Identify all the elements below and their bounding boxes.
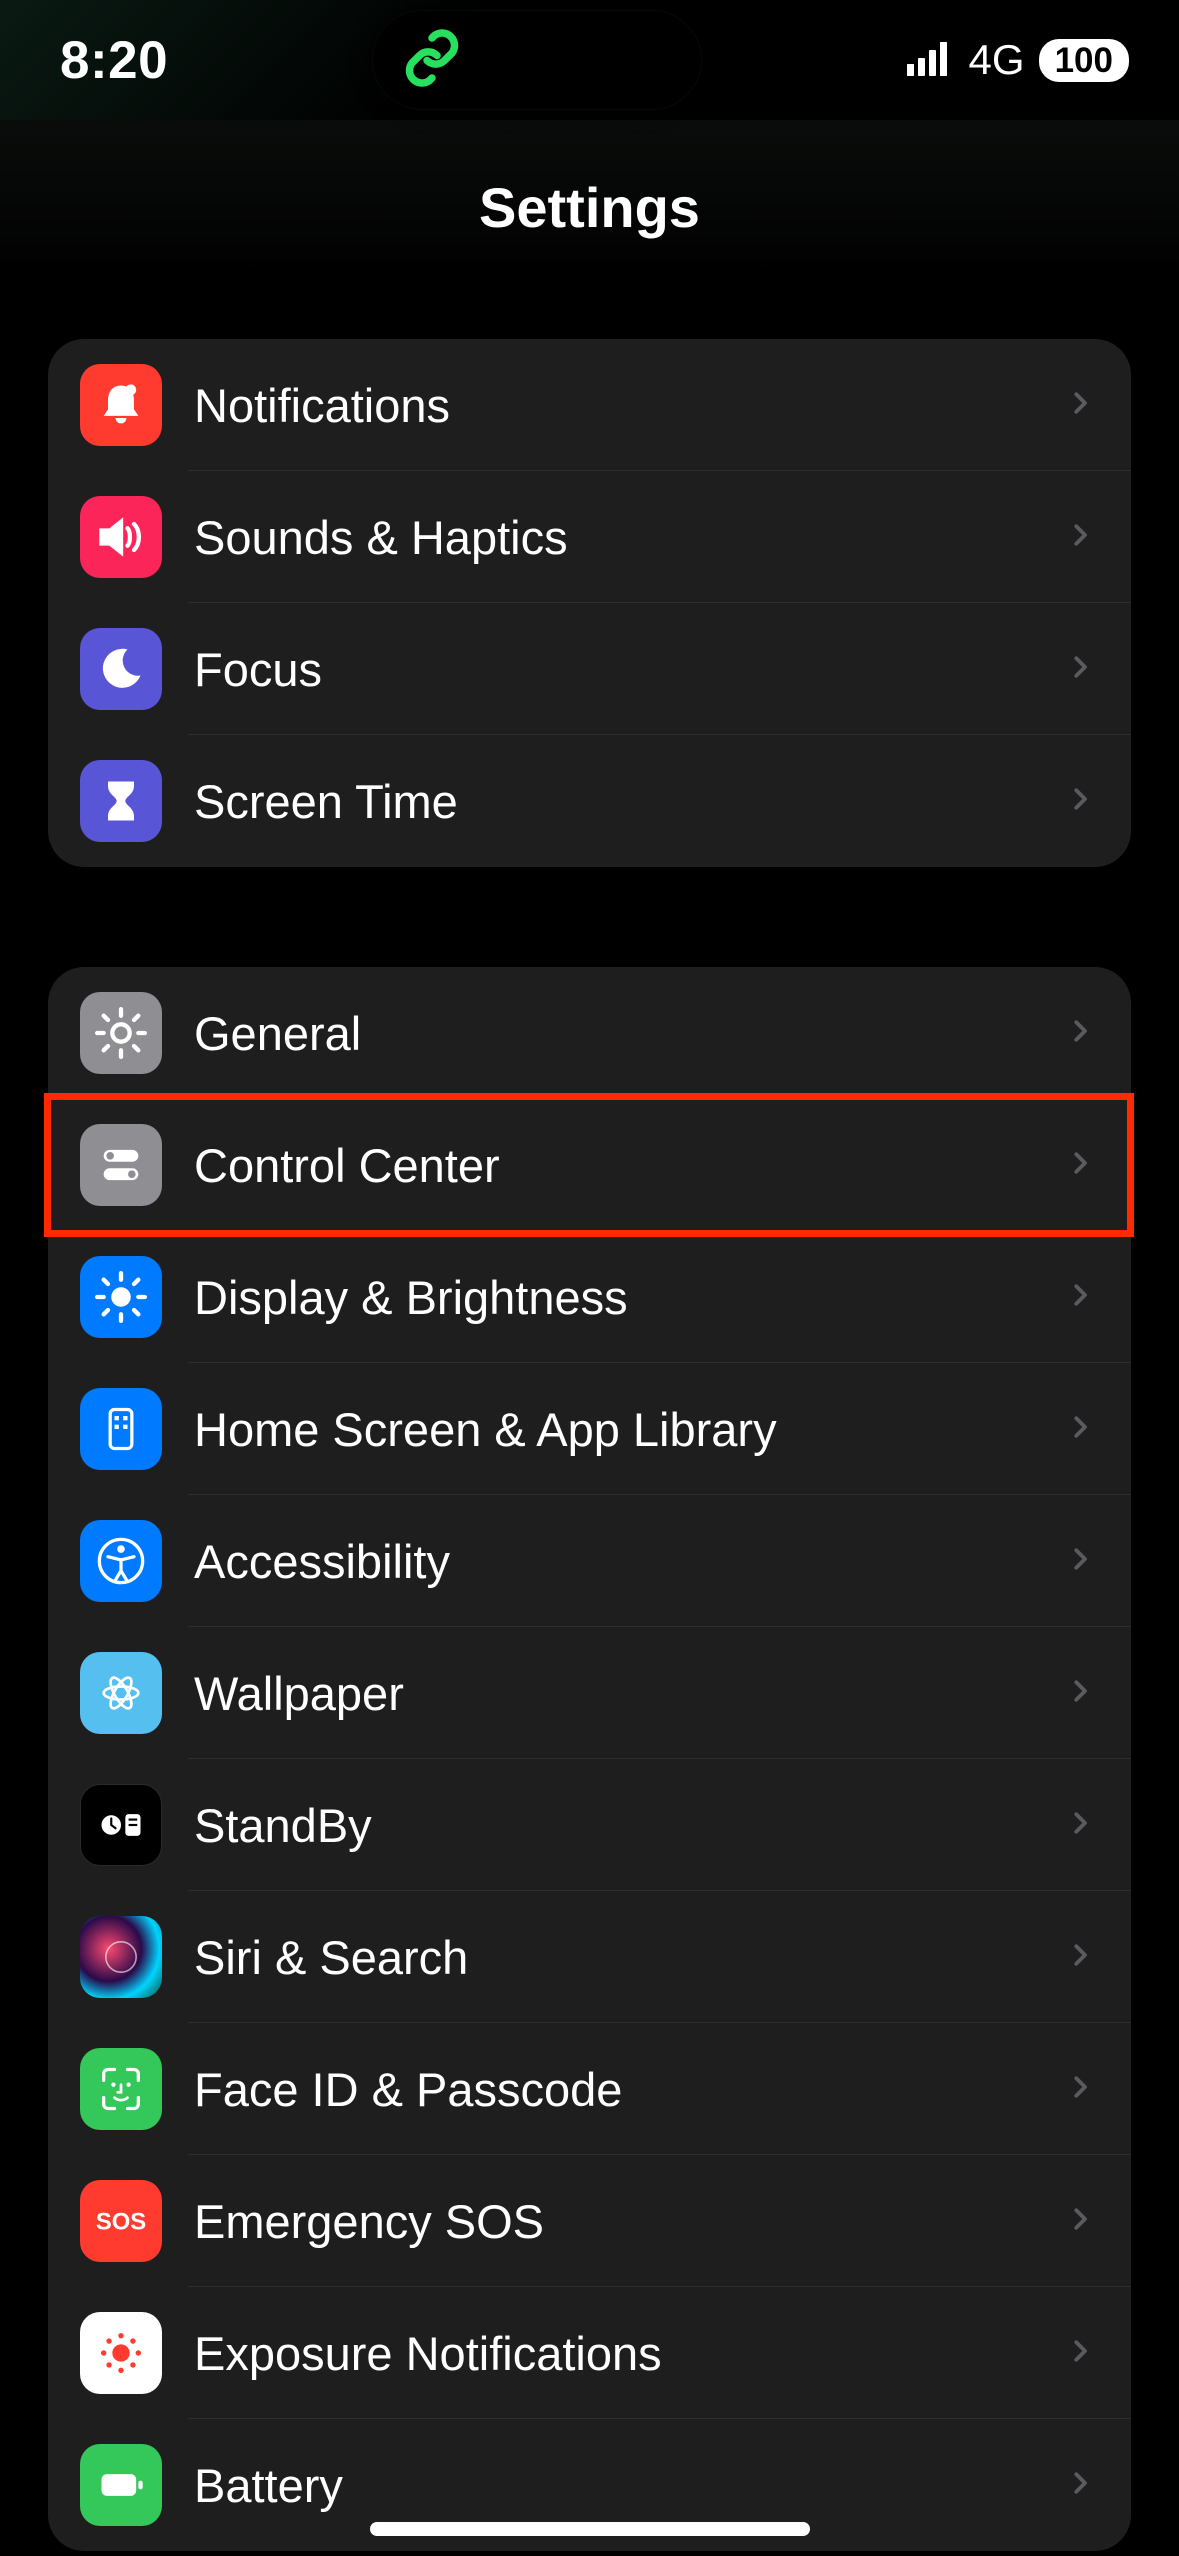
settings-row-siri[interactable]: Siri & Search [48,1891,1131,2023]
flower-icon [80,1652,162,1734]
chevron-right-icon [1065,2331,1095,2376]
moon-icon [80,628,162,710]
chevron-right-icon [1065,1011,1095,1056]
settings-row-label: Face ID & Passcode [194,2062,1065,2117]
settings-row-label: General [194,1006,1065,1061]
settings-row-label: Exposure Notifications [194,2326,1065,2381]
home-indicator[interactable] [370,2522,810,2536]
bell-icon [80,364,162,446]
settings-row-general[interactable]: General [48,967,1131,1099]
settings-row-label: Sounds & Haptics [194,510,1065,565]
chevron-right-icon [1065,1407,1095,1452]
speaker-icon [80,496,162,578]
settings-row-label: StandBy [194,1798,1065,1853]
siri-icon [80,1916,162,1998]
settings-row-accessibility[interactable]: Accessibility [48,1495,1131,1627]
settings-row-home-screen[interactable]: Home Screen & App Library [48,1363,1131,1495]
page-title: Settings [479,175,700,240]
settings-row-label: Home Screen & App Library [194,1402,1065,1457]
settings-row-standby[interactable]: StandBy [48,1759,1131,1891]
cellular-signal-icon [907,40,955,81]
settings-row-label: Battery [194,2458,1065,2513]
faceid-icon [80,2048,162,2130]
chevron-right-icon [1065,383,1095,428]
standby-icon [80,1784,162,1866]
chevron-right-icon [1065,1803,1095,1848]
settings-row-wallpaper[interactable]: Wallpaper [48,1627,1131,1759]
battery-icon [80,2444,162,2526]
hourglass-icon [80,760,162,842]
chevron-right-icon [1065,779,1095,824]
dynamic-island[interactable] [372,10,702,110]
settings-row-focus[interactable]: Focus [48,603,1131,735]
settings-row-display[interactable]: Display & Brightness [48,1231,1131,1363]
settings-row-label: Siri & Search [194,1930,1065,1985]
gear-icon [80,992,162,1074]
settings-list: Notifications Sounds & Haptics Focus Screen… [0,339,1179,2551]
toggles-icon [80,1124,162,1206]
settings-row-faceid[interactable]: Face ID & Passcode [48,2023,1131,2155]
apps-grid-icon [80,1388,162,1470]
battery-level-pill: 100 [1039,39,1129,82]
status-time: 8:20 [60,30,168,91]
chevron-right-icon [1065,2199,1095,2244]
chevron-right-icon [1065,1143,1095,1188]
settings-row-label: Display & Brightness [194,1270,1065,1325]
sos-icon [80,2180,162,2262]
settings-row-exposure[interactable]: Exposure Notifications [48,2287,1131,2419]
network-type-label: 4G [969,36,1025,84]
chevron-right-icon [1065,2067,1095,2112]
settings-row-label: Screen Time [194,774,1065,829]
settings-row-notifications[interactable]: Notifications [48,339,1131,471]
exposure-icon [80,2312,162,2394]
chevron-right-icon [1065,515,1095,560]
header: Settings [0,120,1179,295]
settings-row-sounds[interactable]: Sounds & Haptics [48,471,1131,603]
chevron-right-icon [1065,1539,1095,1584]
accessibility-icon [80,1520,162,1602]
chevron-right-icon [1065,1671,1095,1716]
link-chain-icon [402,28,462,93]
sun-icon [80,1256,162,1338]
settings-row-label: Accessibility [194,1534,1065,1589]
chevron-right-icon [1065,1935,1095,1980]
chevron-right-icon [1065,1275,1095,1320]
status-bar: 8:20 4G 100 [0,0,1179,120]
settings-row-label: Emergency SOS [194,2194,1065,2249]
settings-row-control-center[interactable]: Control Center [48,1099,1131,1231]
settings-row-label: Control Center [194,1138,1065,1193]
settings-row-label: Notifications [194,378,1065,433]
settings-row-label: Wallpaper [194,1666,1065,1721]
chevron-right-icon [1065,2463,1095,2508]
settings-group: General Control Center Display & Brightnes… [48,967,1131,2551]
settings-row-label: Focus [194,642,1065,697]
settings-row-sos[interactable]: Emergency SOS [48,2155,1131,2287]
status-right: 4G 100 [907,36,1129,84]
settings-group: Notifications Sounds & Haptics Focus Screen… [48,339,1131,867]
settings-row-screen-time[interactable]: Screen Time [48,735,1131,867]
chevron-right-icon [1065,647,1095,692]
